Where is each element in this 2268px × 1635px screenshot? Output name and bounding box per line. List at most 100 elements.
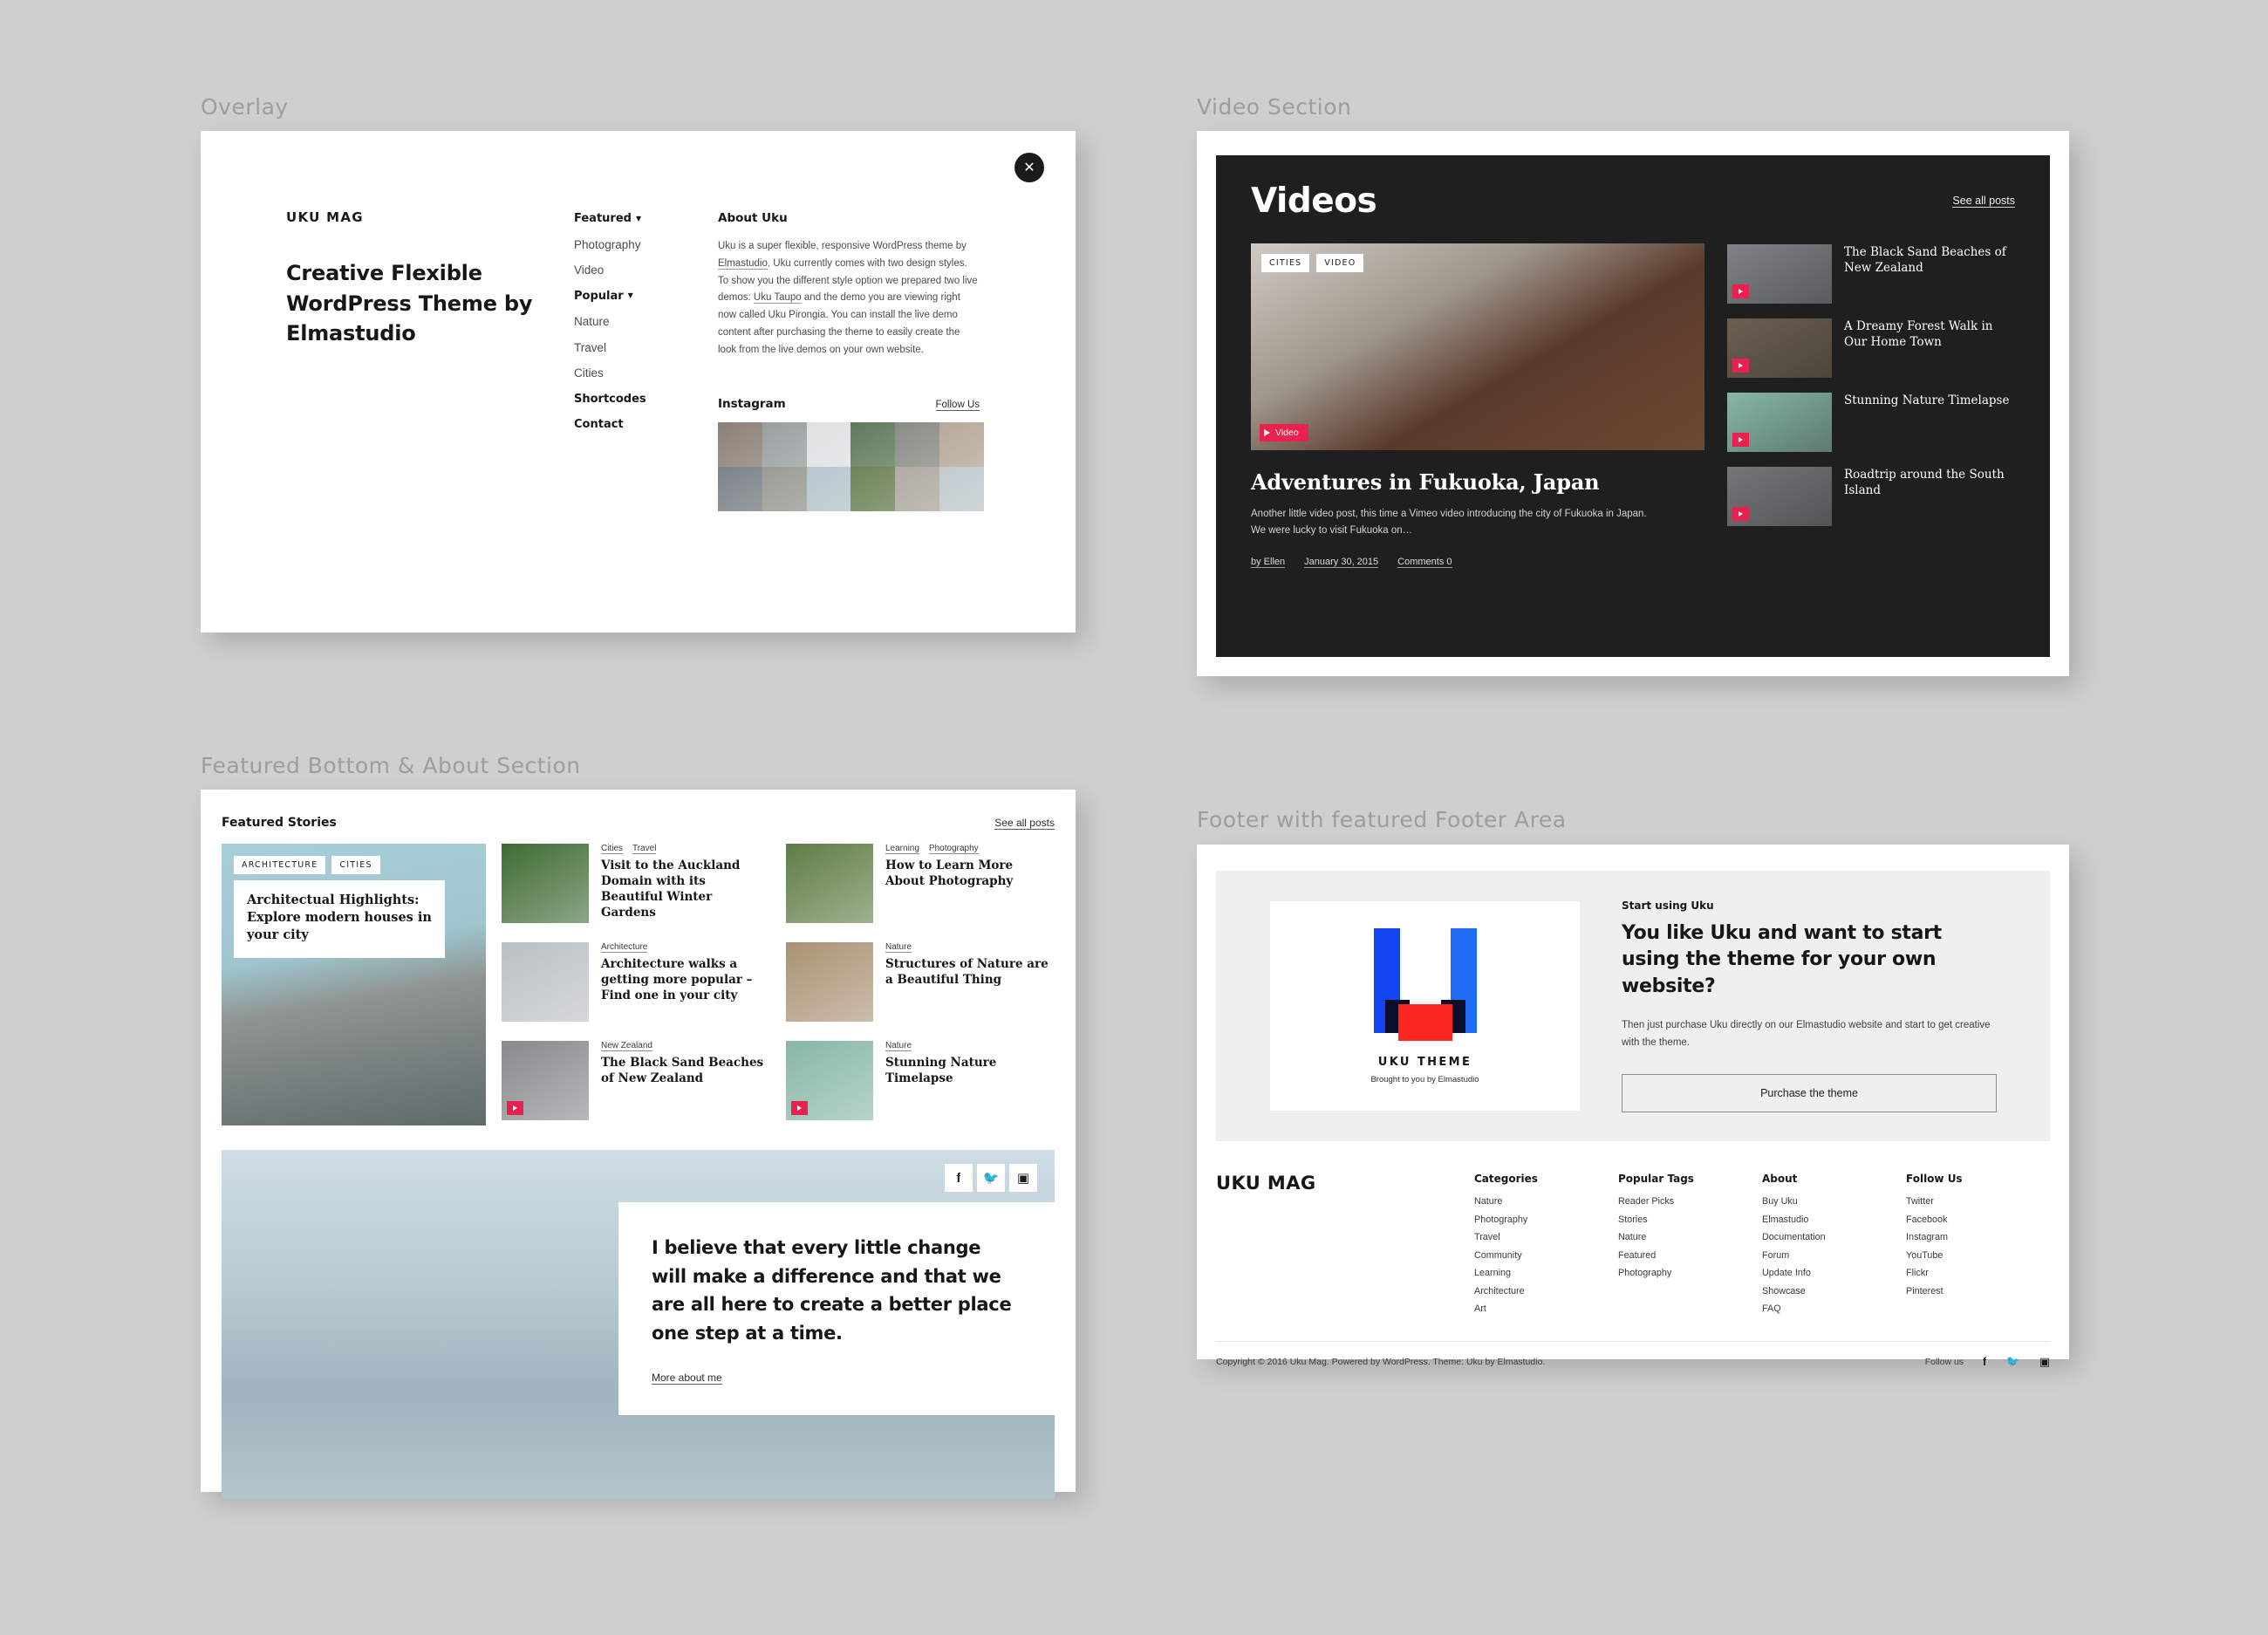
video-list-thumbnail[interactable] xyxy=(1727,393,1832,452)
featured-item-thumbnail[interactable] xyxy=(786,942,873,1022)
video-list-item[interactable]: Stunning Nature Timelapse xyxy=(1727,393,2015,452)
overlay-menu-item-nature[interactable]: Nature xyxy=(574,315,718,328)
instagram-tile[interactable] xyxy=(895,467,940,512)
featured-item-thumbnail[interactable] xyxy=(786,1041,873,1120)
video-list-thumbnail[interactable] xyxy=(1727,318,1832,378)
video-see-all-link[interactable]: See all posts xyxy=(1952,195,2015,208)
video-list-thumbnail[interactable] xyxy=(1727,467,1832,526)
overlay-menu-item-contact[interactable]: Contact xyxy=(574,418,718,431)
video-author[interactable]: by Ellen xyxy=(1251,557,1286,568)
instagram-tile[interactable] xyxy=(806,467,851,512)
video-comments[interactable]: Comments 0 xyxy=(1397,557,1452,568)
instagram-tile[interactable] xyxy=(895,422,940,468)
footer-link[interactable]: Community xyxy=(1474,1250,1618,1261)
footer-link[interactable]: Travel xyxy=(1474,1232,1618,1242)
site-logo[interactable]: UKU MAG xyxy=(286,209,574,225)
footer-link[interactable]: Elmastudio xyxy=(1762,1214,1906,1225)
overlay-menu-item-photography[interactable]: Photography xyxy=(574,238,718,251)
hero-category-badge[interactable]: CITIES xyxy=(331,856,380,874)
purchase-theme-button[interactable]: Purchase the theme xyxy=(1622,1074,1997,1113)
instagram-tile[interactable] xyxy=(939,467,984,512)
footer-link[interactable]: Pinterest xyxy=(1906,1286,2050,1296)
overlay-menu-item-video[interactable]: Video xyxy=(574,263,718,277)
instagram-icon[interactable]: ▣ xyxy=(2039,1356,2050,1369)
footer-link[interactable]: Buy Uku xyxy=(1762,1196,1906,1207)
featured-item-category[interactable]: Learning xyxy=(885,844,919,854)
overlay-menu-item-shortcodes[interactable]: Shortcodes xyxy=(574,393,718,406)
video-main-image[interactable]: CITIES VIDEO Video xyxy=(1251,243,1704,450)
video-list-item[interactable]: A Dreamy Forest Walk in Our Home Town xyxy=(1727,318,2015,378)
footer-link[interactable]: Facebook xyxy=(1906,1214,2050,1225)
featured-item-thumbnail[interactable] xyxy=(786,844,873,923)
video-play-badge[interactable]: Video xyxy=(1260,424,1308,441)
featured-item-category[interactable]: Cities xyxy=(601,844,624,854)
twitter-icon[interactable]: 🐦 xyxy=(977,1164,1005,1192)
hero-category-badge[interactable]: ARCHITECTURE xyxy=(234,856,326,874)
instagram-tile[interactable] xyxy=(718,422,762,468)
featured-hero-card[interactable]: ARCHITECTURE CITIES Architectual Highligh… xyxy=(222,844,487,1125)
overlay-menu-item-travel[interactable]: Travel xyxy=(574,341,718,354)
instagram-tile[interactable] xyxy=(806,422,851,468)
video-main-title[interactable]: Adventures in Fukuoka, Japan xyxy=(1251,469,1704,495)
instagram-tile[interactable] xyxy=(718,467,762,512)
featured-item-thumbnail[interactable] xyxy=(502,844,590,923)
instagram-follow-link[interactable]: Follow Us xyxy=(935,400,980,412)
overlay-menu-item-popular[interactable]: Popular ▼ xyxy=(574,290,718,303)
footer-link[interactable]: Photography xyxy=(1618,1268,1762,1278)
footer-link[interactable]: Photography xyxy=(1474,1214,1618,1225)
footer-brand[interactable]: UKU MAG xyxy=(1216,1173,1474,1322)
featured-item-category[interactable]: Architecture xyxy=(601,942,648,953)
twitter-icon[interactable]: 🐦 xyxy=(2006,1356,2020,1369)
video-category-badge[interactable]: VIDEO xyxy=(1316,254,1364,272)
footer-link[interactable]: Instagram xyxy=(1906,1232,2050,1242)
featured-list-item[interactable]: Learning Photography How to Learn More Abo… xyxy=(786,844,1055,923)
footer-link[interactable]: Art xyxy=(1474,1303,1618,1314)
footer-link[interactable]: YouTube xyxy=(1906,1250,2050,1261)
featured-item-category[interactable]: Nature xyxy=(885,1041,912,1051)
video-list-item[interactable]: Roadtrip around the South Island xyxy=(1727,467,2015,526)
instagram-tile[interactable] xyxy=(762,467,807,512)
more-about-me-link[interactable]: More about me xyxy=(652,1372,722,1385)
video-list-item[interactable]: The Black Sand Beaches of New Zealand xyxy=(1727,244,2015,304)
featured-list-item[interactable]: Architecture Architecture walks a getting… xyxy=(502,942,770,1022)
footer-link[interactable]: Forum xyxy=(1762,1250,1906,1261)
featured-item-thumbnail[interactable] xyxy=(502,942,590,1022)
instagram-tile[interactable] xyxy=(939,422,984,468)
featured-item-category[interactable]: Nature xyxy=(885,942,912,953)
footer-link[interactable]: FAQ xyxy=(1762,1303,1906,1314)
overlay-menu-item-cities[interactable]: Cities xyxy=(574,366,718,380)
footer-link[interactable]: Twitter xyxy=(1906,1196,2050,1207)
video-date[interactable]: January 30, 2015 xyxy=(1304,557,1379,568)
footer-link[interactable]: Nature xyxy=(1474,1196,1618,1207)
featured-list-item[interactable]: Nature Structures of Nature are a Beautif… xyxy=(786,942,1055,1022)
footer-link[interactable]: Learning xyxy=(1474,1268,1618,1278)
featured-item-category[interactable]: New Zealand xyxy=(601,1041,652,1051)
instagram-tile[interactable] xyxy=(762,422,807,468)
overlay-menu-item-featured[interactable]: Featured ▼ xyxy=(574,212,718,225)
close-icon[interactable]: ✕ xyxy=(1014,153,1044,182)
featured-item-category[interactable]: Photography xyxy=(928,844,979,854)
footer-link[interactable]: Stories xyxy=(1618,1214,1762,1225)
featured-list-item[interactable]: New Zealand The Black Sand Beaches of New… xyxy=(502,1041,770,1120)
featured-list-item[interactable]: Nature Stunning Nature Timelapse xyxy=(786,1041,1055,1120)
footer-link[interactable]: Flickr xyxy=(1906,1268,2050,1278)
footer-link[interactable]: Update Info xyxy=(1762,1268,1906,1278)
instagram-tile[interactable] xyxy=(850,467,896,512)
featured-see-all-link[interactable]: See all posts xyxy=(994,817,1055,830)
instagram-icon[interactable]: ▣ xyxy=(1009,1164,1037,1192)
video-category-badge[interactable]: CITIES xyxy=(1261,254,1310,272)
footer-link[interactable]: Architecture xyxy=(1474,1286,1618,1296)
footer-link[interactable]: Documentation xyxy=(1762,1232,1906,1242)
video-main-post[interactable]: CITIES VIDEO Video Adventures in Fukuoka,… xyxy=(1251,243,1704,568)
featured-item-thumbnail[interactable] xyxy=(502,1041,590,1120)
footer-link[interactable]: Featured xyxy=(1618,1250,1762,1261)
facebook-icon[interactable]: 𝐟 xyxy=(1983,1356,1986,1369)
video-list-thumbnail[interactable] xyxy=(1727,244,1832,304)
facebook-icon[interactable]: 𝐟 xyxy=(945,1164,973,1192)
footer-link[interactable]: Reader Picks xyxy=(1618,1196,1762,1207)
featured-item-category[interactable]: Travel xyxy=(632,844,657,854)
footer-link[interactable]: Nature xyxy=(1618,1232,1762,1242)
instagram-tile[interactable] xyxy=(850,422,896,468)
footer-link[interactable]: Showcase xyxy=(1762,1286,1906,1296)
featured-list-item[interactable]: Cities Travel Visit to the Auckland Domain… xyxy=(502,844,770,923)
